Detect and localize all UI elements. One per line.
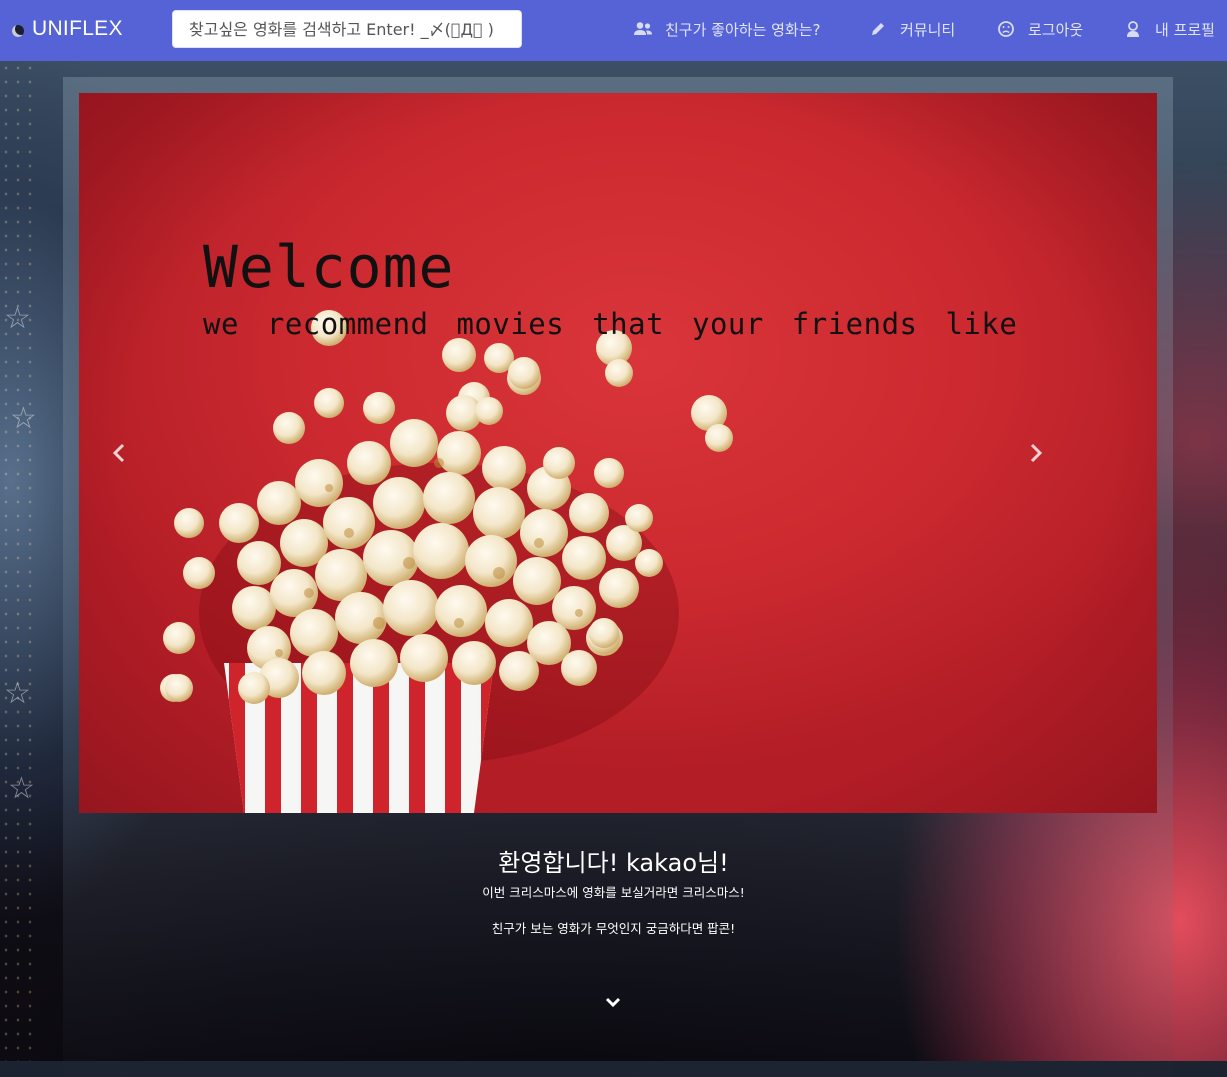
nav-item-label: 커뮤니티 [900, 20, 956, 39]
star-icon: ☆ [8, 771, 35, 806]
users-icon [632, 19, 654, 39]
star-icon: ☆ [10, 401, 37, 436]
nav-my-profile[interactable]: 내 프로필 [1122, 17, 1215, 41]
chevron-right-icon [1030, 443, 1043, 463]
slide-subtitle: we recommend movies that your friends li… [203, 307, 1018, 341]
carousel-prev-button[interactable] [99, 433, 139, 473]
star-icon: ☆ [4, 301, 31, 336]
scroll-down-button[interactable] [601, 990, 625, 1014]
nav-community[interactable]: 커뮤니티 [867, 17, 955, 41]
nav-friends-movies[interactable]: 친구가 좋아하는 영화는? [632, 17, 821, 41]
caption-christmas: 이번 크리스마스에 영화를 보실거라면 크리스마스! [482, 885, 745, 900]
chevron-down-icon [605, 997, 621, 1008]
nav-item-label: 로그아웃 [1028, 20, 1084, 39]
brand-link[interactable]: UNIFLEX [12, 17, 123, 41]
nav-item-label: 내 프로필 [1155, 20, 1215, 39]
welcome-greeting: 환영합니다! kakao님! [498, 849, 729, 877]
pencil-icon [867, 19, 889, 39]
nav-item-label: 친구가 좋아하는 영화는? [665, 20, 821, 39]
star-icon: ☆ [4, 676, 31, 711]
background-dots [0, 61, 40, 1061]
slide-title: Welcome [203, 233, 455, 301]
carousel-slide: Welcome we recommend movies that your fr… [79, 93, 1157, 813]
nav-logout[interactable]: 로그아웃 [995, 17, 1083, 41]
moon-logo-icon [12, 24, 24, 37]
top-navbar: UNIFLEX 친구가 좋아하는 영화는? 커뮤니티 로그아웃 내 프로필 [0, 0, 1227, 61]
caption-popcorn: 친구가 보는 영화가 무엇인지 궁금하다면 팝콘! [491, 921, 736, 936]
brand-name: UNIFLEX [32, 17, 123, 40]
carousel-next-button[interactable] [1016, 433, 1056, 473]
chevron-left-icon [112, 443, 125, 463]
user-badge-icon [1122, 19, 1144, 39]
search-input[interactable] [172, 10, 522, 48]
popcorn-image [160, 310, 733, 813]
sad-face-icon [995, 19, 1017, 39]
